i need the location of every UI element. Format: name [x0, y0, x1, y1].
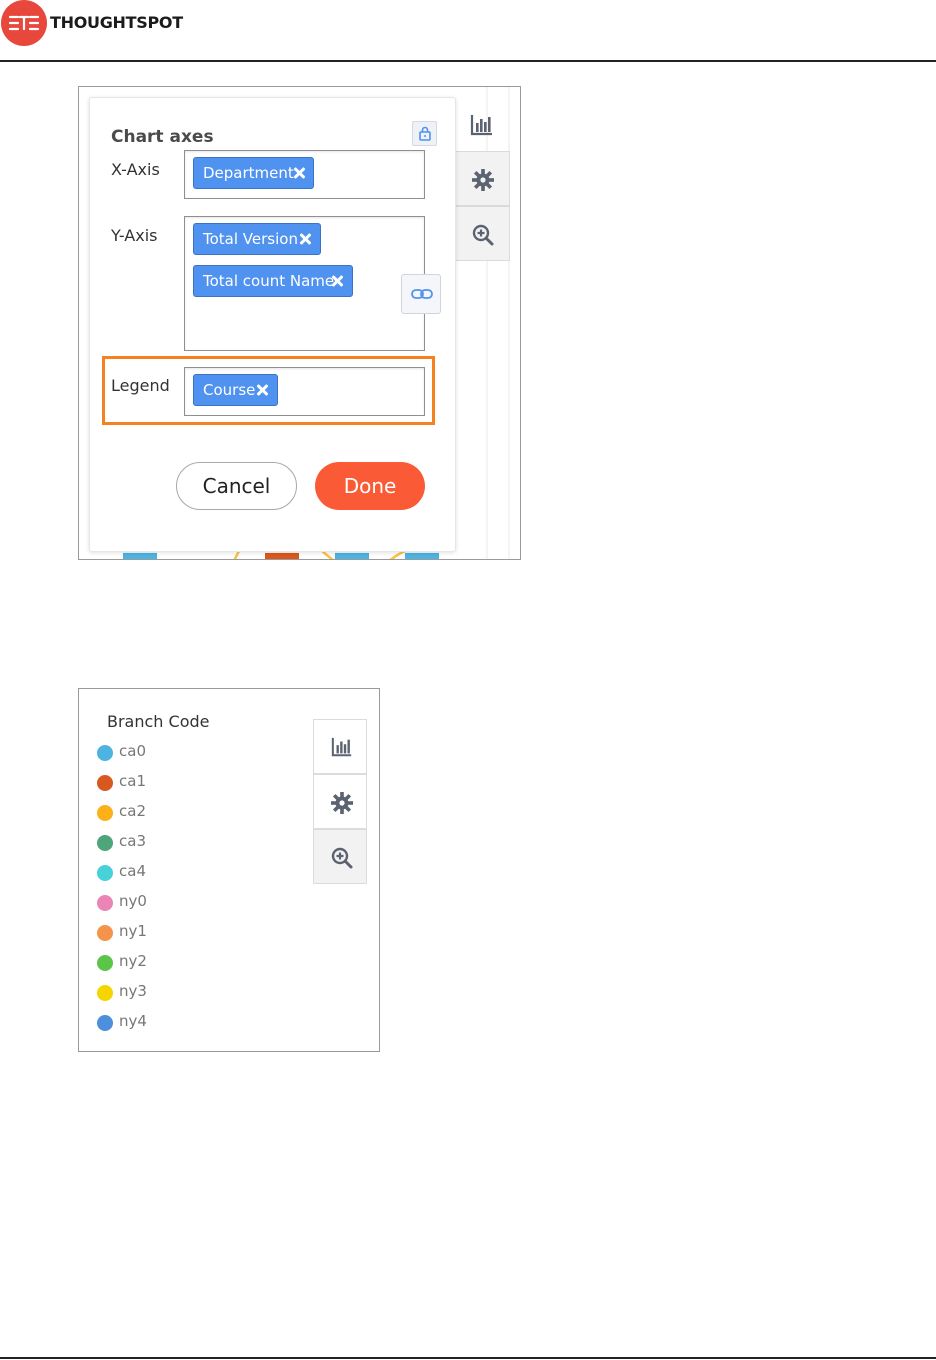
chart-axes-panel: Chart axes X-Axis Department Y-Axis Tota…	[89, 97, 456, 552]
panel-title: Chart axes	[111, 127, 214, 147]
legend-color-dot	[97, 745, 113, 761]
legend-title: Branch Code	[107, 712, 210, 731]
document-header: THOUGHTSPOT	[0, 0, 936, 62]
chip-label: Course	[203, 381, 256, 399]
legend-color-dot	[97, 835, 113, 851]
chip-label: Total Version	[203, 230, 298, 248]
legend-color-dot	[97, 805, 113, 821]
legend-chip[interactable]: Course	[193, 374, 278, 406]
zoom-in-icon	[331, 847, 353, 869]
remove-chip-icon[interactable]	[330, 274, 344, 288]
link-icon	[411, 289, 433, 299]
legend-color-dot	[97, 775, 113, 791]
remove-chip-icon[interactable]	[292, 166, 306, 180]
legend-color-dot	[97, 865, 113, 881]
legend-item-label: ca1	[119, 772, 146, 790]
thoughtspot-logo-icon	[1, 0, 47, 46]
lock-button[interactable]	[412, 121, 437, 146]
legend-item-label: ca4	[119, 862, 146, 880]
cancel-button[interactable]: Cancel	[176, 462, 297, 510]
y-axis-chip[interactable]: Total count Name	[193, 265, 353, 297]
chart-type-icon[interactable]	[469, 113, 499, 143]
chart-type-button[interactable]	[313, 719, 367, 774]
x-axis-chip[interactable]: Department	[193, 157, 314, 189]
settings-button[interactable]	[313, 774, 367, 829]
gear-icon	[472, 169, 494, 191]
footer-divider	[0, 1357, 936, 1359]
legend-color-dot	[97, 985, 113, 1001]
chart-toolbar	[313, 719, 367, 885]
zoom-button[interactable]	[313, 829, 367, 884]
legend-item-label: ny0	[119, 892, 147, 910]
done-button[interactable]: Done	[315, 462, 425, 510]
zoom-in-icon	[472, 224, 494, 246]
legend-item-label: ny2	[119, 952, 147, 970]
legend-item-label: ca2	[119, 802, 146, 820]
lock-icon	[419, 126, 431, 141]
link-axes-button[interactable]	[401, 274, 441, 314]
y-axis-chip[interactable]: Total Version	[193, 223, 321, 255]
chart-type-icon	[331, 737, 352, 757]
remove-chip-icon[interactable]	[298, 232, 312, 246]
x-axis-field[interactable]: Department	[184, 150, 425, 199]
chart-axes-screenshot: Chart axes X-Axis Department Y-Axis Tota…	[78, 86, 521, 560]
y-axis-field[interactable]: Total Version Total count Name	[184, 216, 425, 351]
legend-color-dot	[97, 1015, 113, 1031]
y-axis-label: Y-Axis	[111, 226, 158, 245]
settings-button[interactable]	[454, 151, 510, 206]
x-axis-label: X-Axis	[111, 160, 160, 179]
legend-label: Legend	[111, 376, 170, 395]
logo-text: THOUGHTSPOT	[50, 13, 183, 32]
legend-color-dot	[97, 895, 113, 911]
legend-color-dot	[97, 925, 113, 941]
legend-item-label: ny3	[119, 982, 147, 1000]
legend-item-label: ca3	[119, 832, 146, 850]
legend-item-label: ca0	[119, 742, 146, 760]
gear-icon	[331, 792, 353, 814]
legend-color-dot	[97, 955, 113, 971]
legend-item-label: ny1	[119, 922, 147, 940]
legend-field[interactable]: Course	[184, 367, 425, 416]
chip-label: Department	[203, 164, 294, 182]
remove-chip-icon[interactable]	[255, 383, 269, 397]
legend-screenshot: Branch Code ca0 ca1 ca2 ca3 ca4 ny0 ny1 …	[78, 688, 380, 1052]
chip-label: Total count Name	[203, 272, 335, 290]
legend-item-label: ny4	[119, 1012, 147, 1030]
zoom-button[interactable]	[454, 206, 510, 261]
